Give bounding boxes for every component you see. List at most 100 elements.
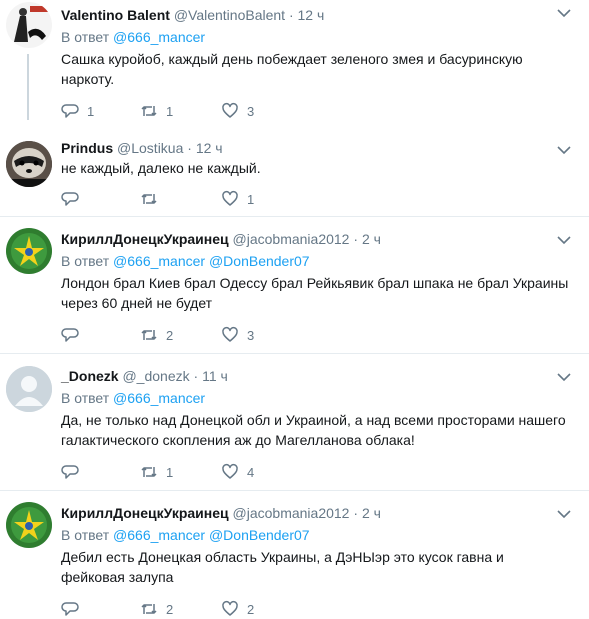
retweet-button[interactable]: 2 bbox=[140, 599, 173, 619]
author-name[interactable]: КириллДонецкУкраинец bbox=[61, 231, 229, 247]
avatar[interactable] bbox=[6, 228, 52, 274]
avatar[interactable] bbox=[6, 141, 52, 187]
tweet-header: КириллДонецкУкраинец @jacobmania2012 · 2… bbox=[61, 230, 581, 248]
separator: · bbox=[353, 231, 359, 247]
thread-line bbox=[27, 54, 29, 120]
separator: · bbox=[187, 140, 192, 156]
tweet-text: Лондон брал Киев брал Одессу брал Рейкья… bbox=[61, 275, 569, 311]
chevron-down-icon[interactable] bbox=[557, 8, 571, 18]
author-name[interactable]: Prindus bbox=[61, 140, 113, 156]
reply-mention[interactable]: @DonBender07 bbox=[209, 253, 310, 269]
reply-label: В ответ bbox=[61, 527, 110, 543]
heart-icon bbox=[222, 326, 238, 342]
avatar[interactable] bbox=[6, 366, 52, 412]
author-name[interactable]: _Donezk bbox=[61, 368, 119, 384]
reply-label: В ответ bbox=[61, 253, 110, 269]
reply-mention[interactable]: @666_mancer bbox=[113, 527, 205, 543]
chevron-down-icon[interactable] bbox=[557, 235, 571, 245]
reply-context: В ответ @666_mancer @DonBender07 bbox=[61, 526, 581, 544]
tweet-header: КириллДонецкУкраинец @jacobmania2012 · 2… bbox=[61, 504, 581, 522]
author-name[interactable]: Valentino Balent bbox=[61, 7, 170, 23]
retweet-count: 1 bbox=[166, 103, 174, 119]
reply-mention[interactable]: @666_mancer bbox=[113, 253, 205, 269]
reply-mention[interactable]: @DonBender07 bbox=[209, 527, 310, 543]
tweet-prindus[interactable]: Prindus @Lostikua · 12 ч не каждый, дале… bbox=[0, 125, 589, 215]
tweet-valentino[interactable]: Valentino Balent @ValentinoBalent · 12 ч… bbox=[0, 0, 589, 125]
chevron-down-icon[interactable] bbox=[557, 509, 571, 519]
like-button[interactable]: 4 bbox=[221, 462, 254, 482]
retweet-icon bbox=[141, 467, 157, 477]
like-button[interactable]: 3 bbox=[221, 325, 254, 345]
tweet-text: Сашка куройоб, каждый день побеждает зел… bbox=[61, 51, 523, 87]
separator: · bbox=[193, 368, 199, 384]
heart-icon bbox=[222, 463, 238, 479]
reply-button[interactable] bbox=[61, 325, 87, 345]
tweet-header: Valentino Balent @ValentinoBalent · 12 ч bbox=[61, 6, 581, 24]
timestamp[interactable]: 11 ч bbox=[202, 368, 228, 384]
tweet-header: _Donezk @_donezk · 11 ч bbox=[61, 367, 581, 385]
retweet-icon bbox=[141, 604, 157, 614]
reply-mention[interactable]: @666_mancer bbox=[113, 29, 205, 45]
timestamp[interactable]: 2 ч bbox=[362, 231, 381, 247]
retweet-button[interactable]: 1 bbox=[140, 101, 173, 121]
tweet-text: Дебил есть Донецкая область Украины, а Д… bbox=[61, 549, 504, 585]
heart-icon bbox=[222, 102, 238, 118]
retweet-button[interactable]: 2 bbox=[140, 325, 173, 345]
chevron-down-icon[interactable] bbox=[557, 145, 571, 155]
timestamp[interactable]: 2 ч bbox=[362, 505, 381, 521]
reply-button[interactable] bbox=[61, 462, 87, 482]
like-count: 4 bbox=[247, 464, 255, 480]
heart-icon bbox=[222, 190, 238, 206]
like-count: 2 bbox=[247, 601, 255, 617]
retweet-icon bbox=[141, 194, 157, 204]
reply-icon bbox=[61, 465, 79, 479]
reply-context: В ответ @666_mancer @DonBender07 bbox=[61, 252, 581, 270]
retweet-button[interactable] bbox=[140, 189, 166, 209]
separator: · bbox=[353, 505, 359, 521]
author-handle[interactable]: @ValentinoBalent bbox=[174, 7, 285, 23]
timestamp[interactable]: 12 ч bbox=[298, 7, 325, 23]
retweet-icon bbox=[141, 330, 157, 340]
retweet-count: 2 bbox=[166, 601, 174, 617]
tweet-kirill-2[interactable]: КириллДонецкУкраинец @jacobmania2012 · 2… bbox=[0, 491, 589, 617]
tweet-kirill-1[interactable]: КириллДонецкУкраинец @jacobmania2012 · 2… bbox=[0, 217, 589, 353]
author-handle[interactable]: @_donezk bbox=[122, 368, 189, 384]
like-button[interactable]: 3 bbox=[221, 101, 254, 121]
like-count: 3 bbox=[247, 103, 255, 119]
tweet-donezk[interactable]: _Donezk @_donezk · 11 ч В ответ @666_man… bbox=[0, 354, 589, 490]
retweet-count: 1 bbox=[166, 464, 174, 480]
separator: · bbox=[288, 7, 294, 23]
like-button[interactable]: 2 bbox=[221, 599, 254, 619]
heart-icon bbox=[222, 600, 238, 616]
reply-icon bbox=[61, 104, 79, 118]
chevron-down-icon[interactable] bbox=[557, 372, 571, 382]
reply-label: В ответ bbox=[61, 390, 110, 406]
reply-button[interactable] bbox=[61, 189, 87, 209]
tweet-header: Prindus @Lostikua · 12 ч bbox=[61, 139, 581, 157]
retweet-button[interactable]: 1 bbox=[140, 462, 173, 482]
reply-icon bbox=[61, 328, 79, 342]
reply-label: В ответ bbox=[61, 29, 110, 45]
tweet-text: не каждый, далеко не каждый. bbox=[61, 160, 261, 176]
reply-icon bbox=[61, 602, 79, 616]
reply-context: В ответ @666_mancer bbox=[61, 28, 581, 46]
reply-context: В ответ @666_mancer bbox=[61, 389, 581, 407]
author-handle[interactable]: @jacobmania2012 bbox=[233, 505, 350, 521]
author-handle[interactable]: @jacobmania2012 bbox=[233, 231, 350, 247]
tweet-text: Да, не только над Донецкой обл и Украино… bbox=[61, 412, 566, 448]
like-button[interactable]: 1 bbox=[221, 189, 254, 209]
timestamp[interactable]: 12 ч bbox=[196, 140, 223, 156]
retweet-icon bbox=[141, 106, 157, 116]
retweet-count: 2 bbox=[166, 327, 174, 343]
like-count: 3 bbox=[247, 327, 255, 343]
avatar[interactable] bbox=[6, 502, 52, 548]
reply-button[interactable]: 1 bbox=[61, 101, 94, 121]
author-handle[interactable]: @Lostikua bbox=[117, 140, 183, 156]
reply-button[interactable] bbox=[61, 599, 87, 619]
reply-count: 1 bbox=[87, 103, 95, 119]
like-count: 1 bbox=[247, 191, 255, 207]
author-name[interactable]: КириллДонецкУкраинец bbox=[61, 505, 229, 521]
reply-mention[interactable]: @666_mancer bbox=[113, 390, 205, 406]
avatar[interactable] bbox=[6, 2, 52, 48]
reply-icon bbox=[61, 192, 79, 206]
